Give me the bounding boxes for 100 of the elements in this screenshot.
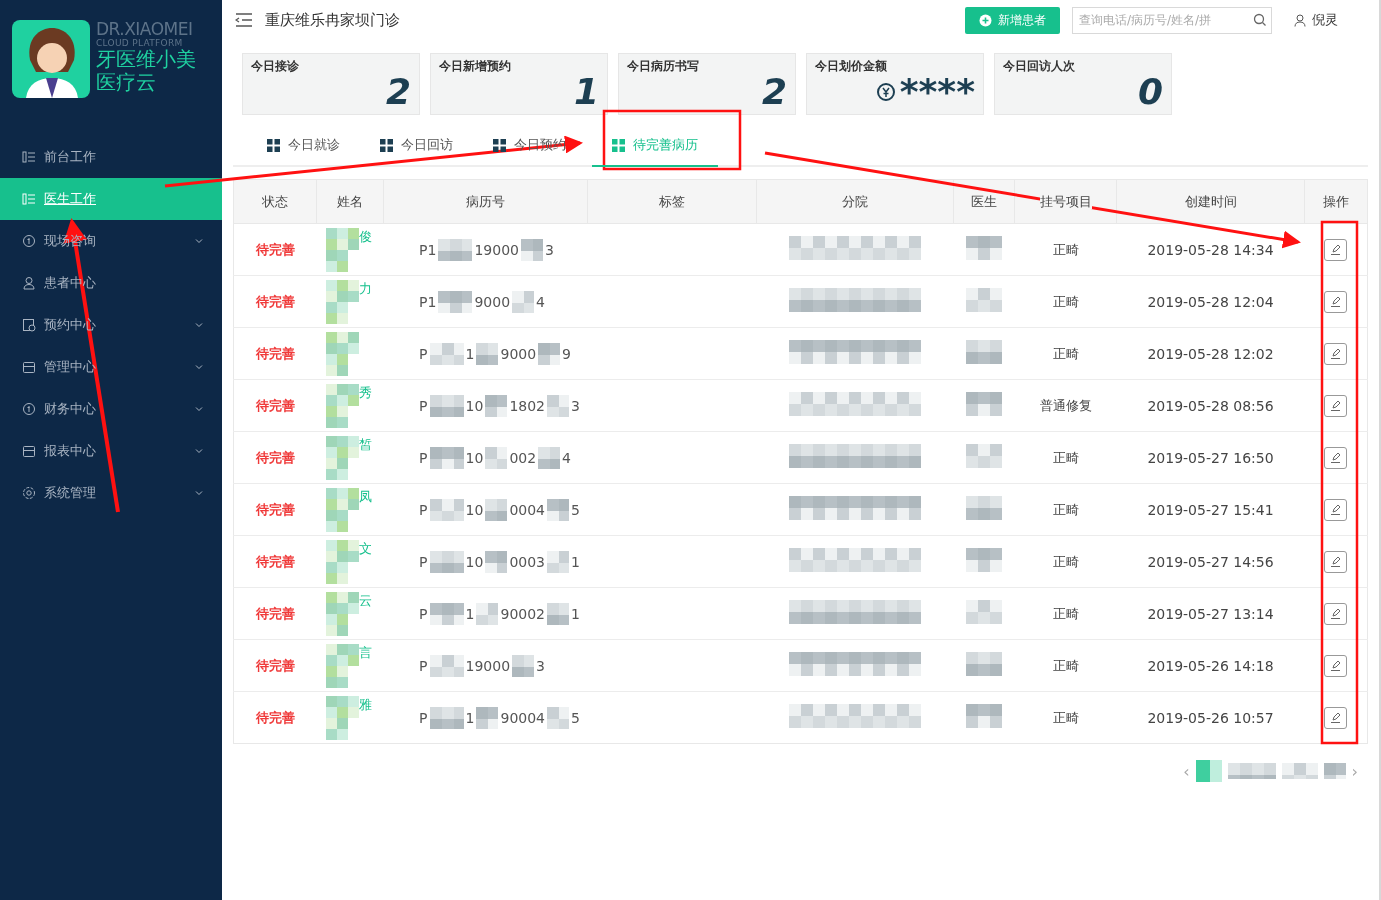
edit-button[interactable]	[1324, 654, 1348, 677]
edit-button[interactable]	[1324, 290, 1348, 313]
record-number-fragment: P1	[419, 241, 437, 258]
patient-name[interactable]: 俊	[359, 227, 373, 246]
sidebar-item[interactable]: 报表中心	[0, 430, 222, 472]
tab[interactable]: 待完善病历	[592, 125, 718, 167]
created-time: 2019-05-26 14:18	[1147, 657, 1274, 674]
pixelated-block	[326, 487, 360, 532]
patient-name[interactable]: 秀	[359, 383, 373, 402]
grid-icon	[493, 138, 506, 152]
record-number-fragment: 3	[571, 397, 580, 414]
pixelated-block	[547, 602, 569, 625]
pixelated-block	[476, 342, 499, 365]
record-number-fragment: 1	[465, 709, 475, 726]
project-text: 正畸	[1052, 345, 1079, 361]
plus-icon	[979, 13, 992, 27]
created-time: 2019-05-28 14:34	[1147, 241, 1274, 258]
edit-button[interactable]	[1324, 238, 1348, 261]
sidebar-item[interactable]: 医生工作	[0, 178, 222, 220]
edit-button[interactable]	[1324, 602, 1348, 625]
add-patient-button[interactable]: 新增患者	[965, 6, 1060, 34]
yen-coin-icon	[875, 82, 896, 102]
patient-name[interactable]: 凤	[359, 487, 373, 506]
column-header: 状态	[261, 193, 288, 209]
edit-button[interactable]	[1324, 394, 1348, 417]
created-time: 2019-05-27 16:50	[1147, 449, 1274, 466]
patient-name[interactable]: 力	[359, 279, 373, 298]
patient-name[interactable]: 雅	[359, 695, 373, 714]
patient-name[interactable]: 文	[359, 539, 373, 558]
record-number-fragment: 0003	[509, 553, 545, 570]
clinic-title: 重庆维乐冉家坝门诊	[265, 10, 401, 30]
record-number-fragment: 1	[465, 345, 475, 362]
record-number-fragment: 19000	[474, 241, 519, 258]
status-text: 待完善	[255, 345, 295, 361]
pencil-icon	[1329, 295, 1343, 308]
pixelated-block	[547, 550, 569, 573]
patient-name[interactable]: 言	[359, 643, 373, 662]
pixelated-block	[429, 498, 464, 521]
column-header: 医生	[971, 193, 998, 209]
created-time: 2019-05-28 12:02	[1147, 345, 1274, 362]
record-number-fragment: 90004	[500, 709, 545, 726]
stat-value: 2	[761, 73, 787, 111]
sidebar-item[interactable]: 财务中心	[0, 388, 222, 430]
patient-name[interactable]: 云	[359, 591, 373, 610]
stat-label: 今日病历书写	[627, 58, 700, 75]
stat-value: 1	[573, 73, 599, 111]
stat-value: 2	[385, 73, 411, 111]
list-icon	[22, 150, 36, 164]
project-text: 正畸	[1052, 449, 1079, 465]
record-number-fragment: P	[419, 657, 428, 674]
edit-button[interactable]	[1324, 446, 1348, 469]
record-number-fragment: 10	[465, 553, 484, 570]
status-text: 待完善	[255, 605, 295, 621]
calendar-icon	[22, 318, 36, 332]
edit-button[interactable]	[1324, 550, 1348, 573]
created-time: 2019-05-26 10:57	[1147, 709, 1274, 726]
status-text: 待完善	[255, 709, 295, 725]
folder-icon	[22, 444, 36, 458]
created-time: 2019-05-27 13:14	[1147, 605, 1274, 622]
status-text: 待完善	[255, 449, 295, 465]
pixelated-block	[1323, 763, 1346, 779]
status-text: 待完善	[255, 293, 295, 309]
grid-icon	[612, 138, 625, 152]
previous-page-button[interactable]: ‹	[1183, 761, 1190, 781]
pixelated-block	[966, 704, 1003, 728]
sidebar-item[interactable]: 系统管理	[0, 472, 222, 514]
pixelated-block	[429, 602, 464, 625]
pixelated-block	[485, 498, 508, 521]
pixelated-block	[326, 643, 360, 688]
pixelated-block	[1227, 763, 1276, 779]
pencil-icon	[1329, 659, 1343, 672]
user-name[interactable]: 倪灵	[1312, 11, 1338, 29]
next-page-button[interactable]: ›	[1351, 761, 1358, 781]
pixelated-block	[538, 342, 561, 365]
stat-label: 今日划价金额	[815, 58, 888, 75]
sidebar-item[interactable]: 前台工作	[0, 136, 222, 178]
edit-button[interactable]	[1324, 342, 1348, 365]
patient-name[interactable]: 皙	[359, 435, 373, 454]
search-field[interactable]: 查询电话/病历号/姓名/拼	[1072, 6, 1272, 34]
created-time: 2019-05-27 14:56	[1147, 553, 1274, 570]
pixelated-block	[966, 496, 1003, 520]
record-number-fragment: 10	[465, 501, 484, 518]
record-number-fragment: 9000	[474, 293, 511, 310]
edit-button[interactable]	[1324, 498, 1348, 521]
project-text: 正畸	[1052, 293, 1079, 309]
project-text: 正畸	[1052, 553, 1079, 569]
record-number-fragment: 3	[536, 657, 545, 674]
search-icon[interactable]	[1253, 12, 1267, 27]
pixelated-block	[512, 290, 535, 313]
record-number-fragment: 10	[465, 397, 484, 414]
pencil-icon	[1329, 451, 1343, 464]
edit-button[interactable]	[1324, 706, 1348, 729]
pixelated-block	[1195, 760, 1222, 782]
record-number-fragment: 9000	[500, 345, 537, 362]
pencil-icon	[1329, 243, 1343, 256]
record-number-fragment: P	[419, 501, 428, 518]
tab[interactable]: 今日回访	[366, 125, 467, 167]
menu-icon[interactable]	[235, 13, 253, 27]
tab[interactable]: 今日就诊	[253, 125, 354, 167]
column-header: 分院	[842, 193, 869, 209]
